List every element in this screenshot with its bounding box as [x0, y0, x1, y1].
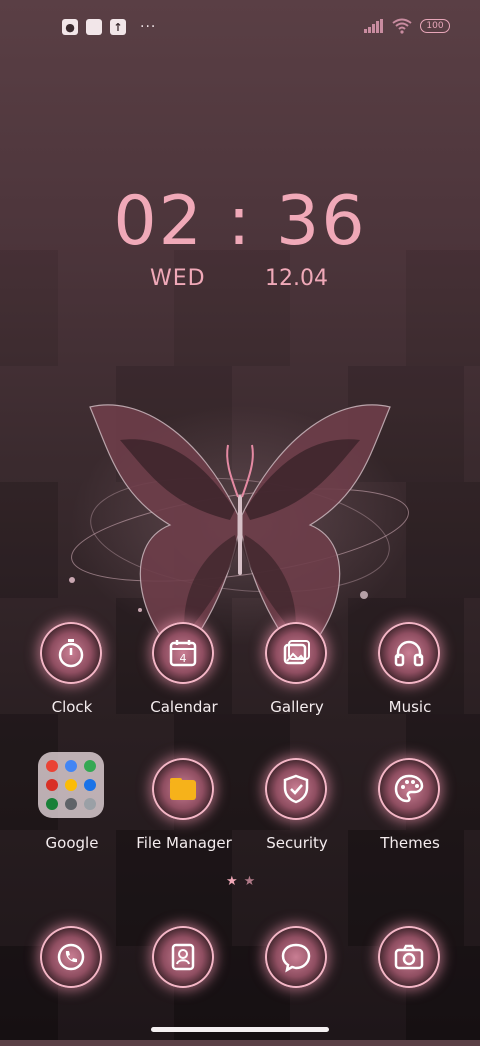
checker-tile: [0, 482, 58, 598]
palette-icon: [378, 758, 440, 820]
signal-icon: [364, 19, 383, 33]
calendar-icon: 4: [152, 622, 214, 684]
messages-icon: [265, 926, 327, 988]
clock-icon: [40, 622, 102, 684]
clock-day: WED: [150, 266, 206, 291]
home-gesture-bar[interactable]: [151, 1027, 329, 1032]
app-label: File Manager: [136, 834, 232, 852]
app-label: Clock: [51, 698, 93, 716]
calendar-day-number: 4: [180, 652, 187, 665]
more-notifications-icon: ···: [140, 19, 157, 35]
app-label: Calendar: [150, 698, 218, 716]
app-label: Security: [266, 834, 328, 852]
page-indicator[interactable]: ★ ★: [226, 874, 255, 889]
folder-icon: [152, 758, 214, 820]
app-google-folder[interactable]: Google: [17, 758, 127, 878]
gallery-icon: [265, 622, 327, 684]
dock-camera[interactable]: [355, 926, 465, 1046]
wifi-icon: [392, 18, 412, 34]
checker-tile: [406, 250, 480, 366]
app-label: Music: [388, 698, 432, 716]
page-dot-active-icon: ★: [226, 874, 238, 889]
app-file-manager[interactable]: File Manager: [129, 758, 239, 878]
headphones-icon: [378, 622, 440, 684]
app-label: Themes: [380, 834, 440, 852]
app-row-2: Google File Manager Security Themes: [0, 758, 480, 878]
camera-icon: [378, 926, 440, 988]
contacts-icon: [152, 926, 214, 988]
app-label: Gallery: [270, 698, 324, 716]
app-themes[interactable]: Themes: [355, 758, 465, 878]
app-gallery[interactable]: Gallery: [242, 622, 352, 742]
app-label: Google: [45, 834, 99, 852]
clock-time[interactable]: 02 : 36: [0, 182, 480, 261]
app-row-1: Clock 4 Calendar Gallery Music: [0, 622, 480, 742]
page-dot-icon: ★: [243, 874, 256, 889]
app-clock[interactable]: Clock: [17, 622, 127, 742]
battery-indicator: 100: [420, 19, 450, 33]
square-icon: [86, 19, 102, 35]
upload-icon: ↑: [110, 19, 126, 35]
clock-date: 12.04: [265, 266, 328, 291]
dock-phone[interactable]: [17, 926, 127, 1046]
shield-icon: [265, 758, 327, 820]
phone-icon: [40, 926, 102, 988]
checker-tile: [0, 250, 58, 366]
status-bar: ● ↑ ··· 100: [0, 0, 480, 56]
notification-icon: ●: [62, 19, 78, 35]
app-music[interactable]: Music: [355, 622, 465, 742]
app-calendar[interactable]: 4 Calendar: [129, 622, 239, 742]
app-security[interactable]: Security: [242, 758, 352, 878]
